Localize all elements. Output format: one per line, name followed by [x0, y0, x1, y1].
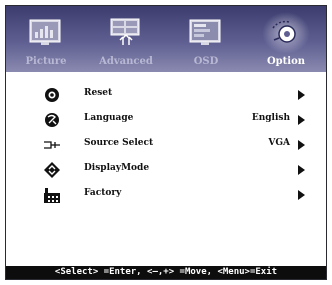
language-value: English: [251, 113, 290, 123]
menu-item-factory[interactable]: Factory: [6, 185, 326, 205]
osd-menu: Picture Advanced OSD Option Reset Langua…: [5, 5, 327, 280]
chevron-right-icon: [298, 90, 305, 100]
tab-osd[interactable]: OSD: [166, 6, 246, 72]
tab-bar: Picture Advanced OSD Option: [6, 6, 326, 72]
menu-item-language[interactable]: Language English: [6, 110, 326, 130]
tab-label-advanced: Advanced: [99, 56, 153, 67]
factory-icon: [44, 188, 60, 203]
tab-picture[interactable]: Picture: [6, 6, 86, 72]
chevron-right-icon: [298, 165, 305, 175]
advanced-icon: [110, 18, 140, 45]
chevron-right-icon: [298, 140, 305, 150]
chevron-right-icon: [298, 115, 305, 125]
osd-icon: [189, 19, 221, 45]
menu-item-source-select[interactable]: Source Select VGA: [6, 135, 326, 155]
tab-label-picture: Picture: [25, 56, 67, 67]
chevron-right-icon: [298, 190, 305, 200]
menu-item-label: Language: [84, 113, 134, 123]
reset-icon: [45, 88, 59, 102]
language-icon: [45, 113, 59, 127]
menu-item-label: Source Select: [84, 138, 154, 148]
menu-item-label: Factory: [84, 188, 122, 198]
menu-item-display-mode[interactable]: DisplayMode: [6, 160, 326, 180]
picture-icon: [29, 19, 61, 45]
source-select-value: VGA: [268, 138, 290, 148]
option-icon: [272, 20, 296, 43]
menu-item-label: Reset: [84, 88, 113, 98]
tab-advanced[interactable]: Advanced: [86, 6, 166, 72]
source-select-icon: [44, 141, 60, 149]
menu-item-label: DisplayMode: [84, 163, 150, 173]
key-hint-bar: <Select> =Enter, <–,+> =Move, <Menu>=Exi…: [6, 266, 326, 279]
menu-item-reset[interactable]: Reset: [6, 85, 326, 105]
display-mode-icon: [44, 162, 60, 178]
tab-option[interactable]: Option: [246, 6, 326, 72]
tab-label-osd: OSD: [193, 56, 219, 67]
tab-label-option: Option: [266, 56, 306, 67]
